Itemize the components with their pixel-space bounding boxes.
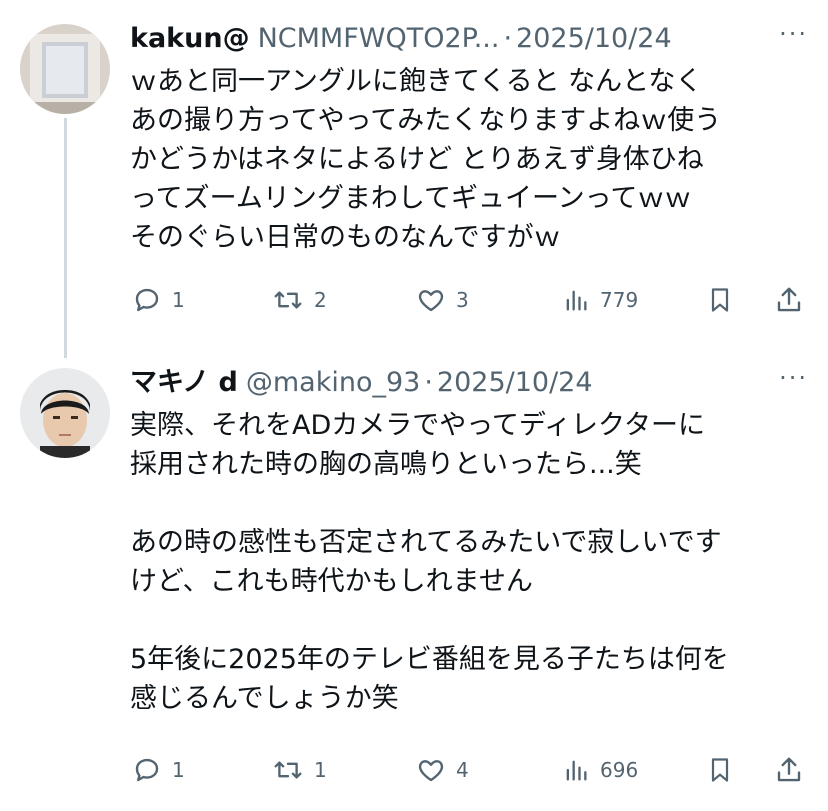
like-count: 3 — [456, 288, 469, 312]
tweet-text: 実際、それをADカメラでやってディレクターに 採用された時の胸の高鳴りといったら… — [130, 410, 729, 714]
action-bar: 1 1 4 696 — [0, 750, 828, 790]
bookmark-icon — [711, 288, 729, 312]
share-icon — [777, 757, 801, 782]
repost-count: 1 — [314, 758, 327, 782]
bookmark-icon — [711, 758, 729, 782]
tweet-text: ｗあと同一アングルに飽きてくると なんとなく あの撮り方ってやってみたくなります… — [130, 66, 722, 253]
bookmark-button[interactable] — [706, 755, 734, 785]
like-button[interactable]: 4 — [416, 755, 469, 785]
reply-count: 1 — [172, 758, 185, 782]
repost-icon — [274, 761, 302, 779]
share-icon — [777, 287, 801, 312]
share-button[interactable] — [774, 755, 804, 785]
separator-dot: · — [503, 23, 513, 54]
views-button[interactable]: 696 — [562, 755, 638, 785]
tweet-header: マキノ d @makino_93 · 2025/10/24 — [130, 364, 808, 402]
repost-button[interactable]: 1 — [272, 755, 327, 785]
repost-icon — [274, 291, 302, 309]
like-count: 4 — [456, 758, 469, 782]
tweet-date[interactable]: 2025/10/24 — [437, 364, 593, 402]
repost-count: 2 — [314, 288, 327, 312]
avatar[interactable] — [20, 368, 110, 458]
like-icon — [418, 760, 444, 782]
avatar[interactable] — [20, 24, 110, 114]
reply-icon — [135, 758, 159, 782]
action-bar: 1 2 3 779 — [0, 280, 828, 320]
display-name[interactable]: kakun@ — [130, 20, 250, 58]
more-options-button[interactable]: ··· — [779, 20, 808, 48]
display-name[interactable]: マキノ d — [130, 364, 238, 402]
reply-count: 1 — [172, 288, 185, 312]
views-icon — [566, 760, 587, 781]
tweet-2[interactable]: マキノ d @makino_93 · 2025/10/24 ··· 実際、それを… — [0, 350, 828, 811]
share-button[interactable] — [774, 285, 804, 315]
views-count: 779 — [600, 288, 639, 312]
tweet-1[interactable]: kakun@ NCMMFWQTO2P... · 2025/10/24 ··· ｗ… — [0, 0, 828, 340]
bookmark-button[interactable] — [706, 285, 734, 315]
user-handle[interactable]: @makino_93 — [246, 364, 420, 402]
views-count: 696 — [600, 758, 639, 782]
user-handle[interactable]: NCMMFWQTO2P... — [258, 20, 500, 58]
repost-button[interactable]: 2 — [272, 285, 327, 315]
separator-dot: · — [424, 367, 433, 398]
like-button[interactable]: 3 — [416, 285, 469, 315]
reply-button[interactable]: 1 — [132, 285, 185, 315]
more-options-button[interactable]: ··· — [779, 364, 808, 392]
views-button[interactable]: 779 — [562, 285, 638, 315]
reply-icon — [135, 288, 159, 312]
views-icon — [566, 290, 587, 311]
like-icon — [418, 290, 444, 312]
tweet-date[interactable]: 2025/10/24 — [516, 20, 672, 58]
reply-button[interactable]: 1 — [132, 755, 185, 785]
tweet-header: kakun@ NCMMFWQTO2P... · 2025/10/24 — [130, 20, 808, 58]
